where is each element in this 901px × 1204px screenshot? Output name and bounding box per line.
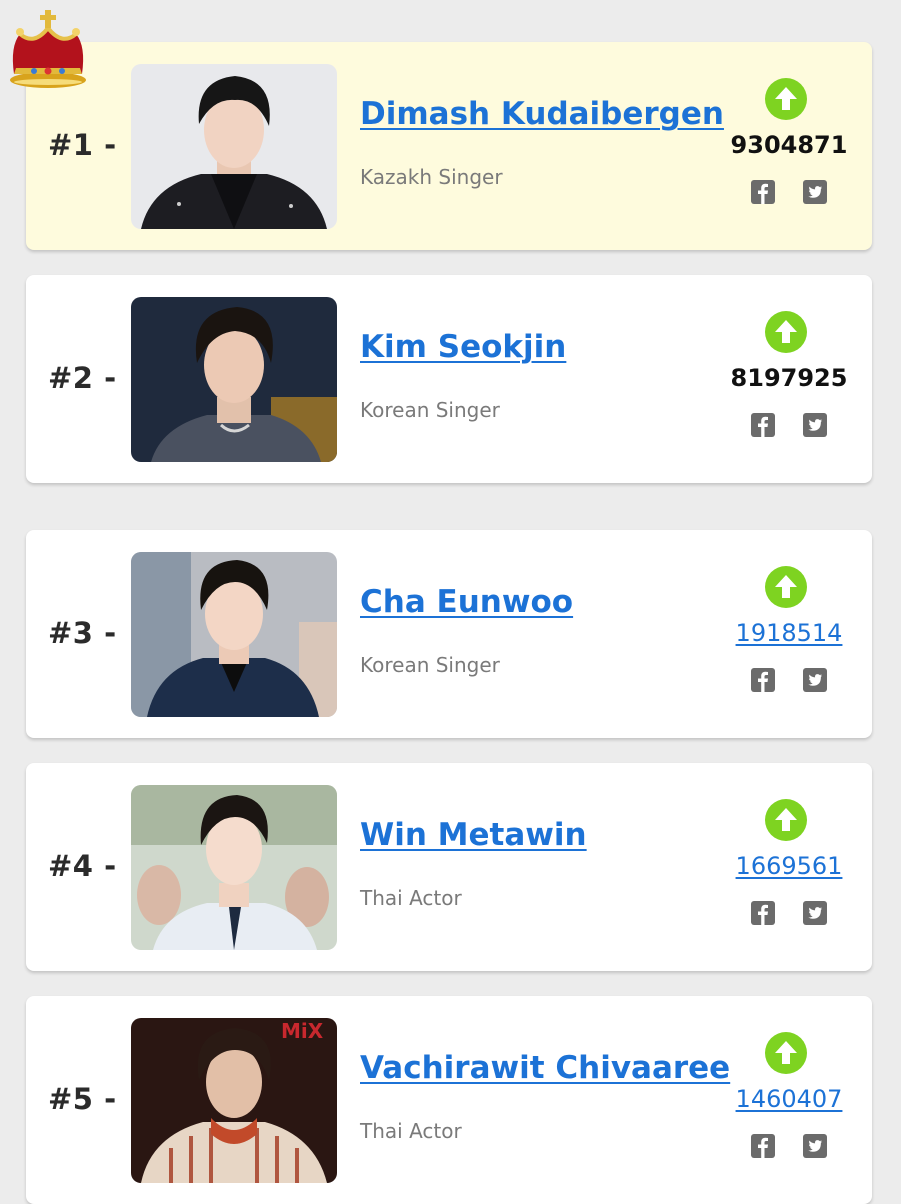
celebrity-photo[interactable]: MiX: [131, 1018, 337, 1183]
arrow-up-icon: [775, 87, 797, 110]
twitter-share-button[interactable]: [803, 668, 827, 692]
twitter-icon: [803, 668, 827, 692]
vote-count: 8197925: [730, 364, 848, 392]
celebrity-name-link[interactable]: Vachirawit Chivaaree: [360, 1050, 730, 1086]
vote-count-link[interactable]: 1918514: [720, 619, 858, 647]
facebook-share-button[interactable]: [751, 668, 775, 692]
celebrity-photo[interactable]: [131, 552, 337, 717]
celebrity-photo[interactable]: [131, 64, 337, 229]
celebrity-description: Korean Singer: [360, 653, 500, 677]
celebrity-photo[interactable]: [131, 785, 337, 950]
ranking-card: #2 - Kim Seokjin Korean Singer 8197925: [26, 275, 872, 483]
celebrity-description: Korean Singer: [360, 398, 500, 422]
rank-number: #3 -: [48, 616, 117, 650]
facebook-icon: [751, 413, 775, 437]
facebook-icon: [751, 668, 775, 692]
vote-count-link[interactable]: 1669561: [720, 852, 858, 880]
ranking-card: #1 - Dimash Kudaibergen Kazakh Singer 93…: [26, 42, 872, 250]
facebook-share-button[interactable]: [751, 1134, 775, 1158]
rank-number: #4 -: [48, 849, 117, 883]
celebrity-description: Thai Actor: [360, 886, 462, 910]
twitter-share-button[interactable]: [803, 180, 827, 204]
facebook-icon: [751, 180, 775, 204]
rank-number: #2 -: [48, 361, 117, 395]
rank-number: #1 -: [48, 128, 117, 162]
arrow-up-icon: [775, 1041, 797, 1064]
facebook-share-button[interactable]: [751, 901, 775, 925]
arrow-up-icon: [775, 320, 797, 343]
celebrity-description: Kazakh Singer: [360, 165, 503, 189]
facebook-icon: [751, 901, 775, 925]
twitter-icon: [803, 180, 827, 204]
crown-icon: [10, 10, 86, 88]
vote-button[interactable]: [765, 78, 807, 120]
twitter-icon: [803, 901, 827, 925]
facebook-share-button[interactable]: [751, 180, 775, 204]
twitter-share-button[interactable]: [803, 413, 827, 437]
twitter-share-button[interactable]: [803, 901, 827, 925]
celebrity-name-link[interactable]: Cha Eunwoo: [360, 584, 573, 620]
celebrity-photo[interactable]: [131, 297, 337, 462]
vote-button[interactable]: [765, 1032, 807, 1074]
ranking-card: #3 - Cha Eunwoo Korean Singer 1918514: [26, 530, 872, 738]
vote-count: 9304871: [730, 131, 848, 159]
twitter-icon: [803, 1134, 827, 1158]
vote-button[interactable]: [765, 311, 807, 353]
ranking-card: #5 - MiX Vachirawit Chivaaree Thai Actor…: [26, 996, 872, 1204]
facebook-share-button[interactable]: [751, 413, 775, 437]
vote-button[interactable]: [765, 566, 807, 608]
rank-number: #5 -: [48, 1082, 117, 1116]
celebrity-name-link[interactable]: Win Metawin: [360, 817, 587, 853]
celebrity-description: Thai Actor: [360, 1119, 462, 1143]
vote-button[interactable]: [765, 799, 807, 841]
photo-magazine-label: MiX: [281, 1019, 324, 1043]
twitter-share-button[interactable]: [803, 1134, 827, 1158]
vote-count-link[interactable]: 1460407: [720, 1085, 858, 1113]
celebrity-name-link[interactable]: Kim Seokjin: [360, 329, 566, 365]
celebrity-name-link[interactable]: Dimash Kudaibergen: [360, 96, 724, 132]
facebook-icon: [751, 1134, 775, 1158]
arrow-up-icon: [775, 575, 797, 598]
twitter-icon: [803, 413, 827, 437]
arrow-up-icon: [775, 808, 797, 831]
ranking-card: #4 - Win Metawin Thai Actor 1669561: [26, 763, 872, 971]
